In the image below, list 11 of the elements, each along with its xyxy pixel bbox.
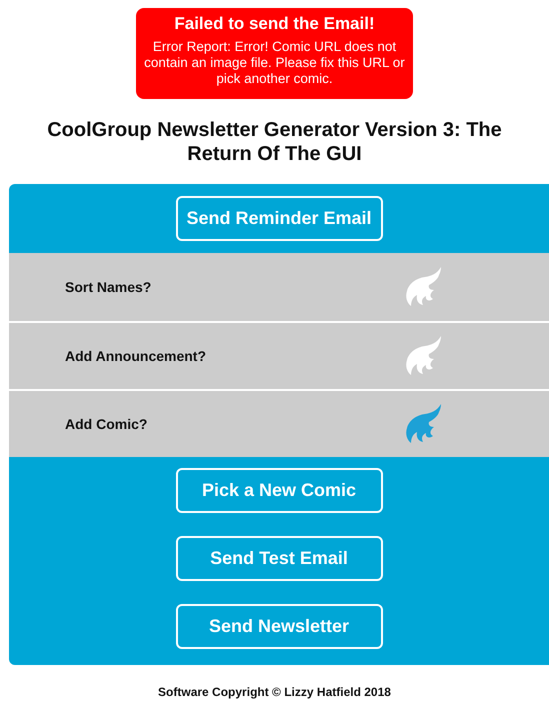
action-button[interactable]: Send Newsletter	[176, 604, 382, 649]
option-label: Add Announcement?	[65, 346, 206, 366]
option-label: Sort Names?	[65, 278, 152, 296]
action-button[interactable]: Send Test Email	[176, 536, 382, 581]
action-button[interactable]: Send Reminder Email	[176, 196, 382, 241]
error-message: Error Report: Error! Comic URL does not contain an image file. Please fix this URL or pick another comic.	[143, 39, 406, 87]
option-label: Add Comic?	[65, 414, 148, 434]
copyright-text: Software Copyright © Lizzy Hatfield 2018	[158, 684, 391, 701]
page-title: CoolGroup Newsletter Generator Version 3: The Return Of The GUI	[46, 118, 503, 166]
action-button[interactable]: Pick a New Comic	[176, 468, 382, 513]
error-title: Failed to send the Email!	[174, 13, 375, 35]
